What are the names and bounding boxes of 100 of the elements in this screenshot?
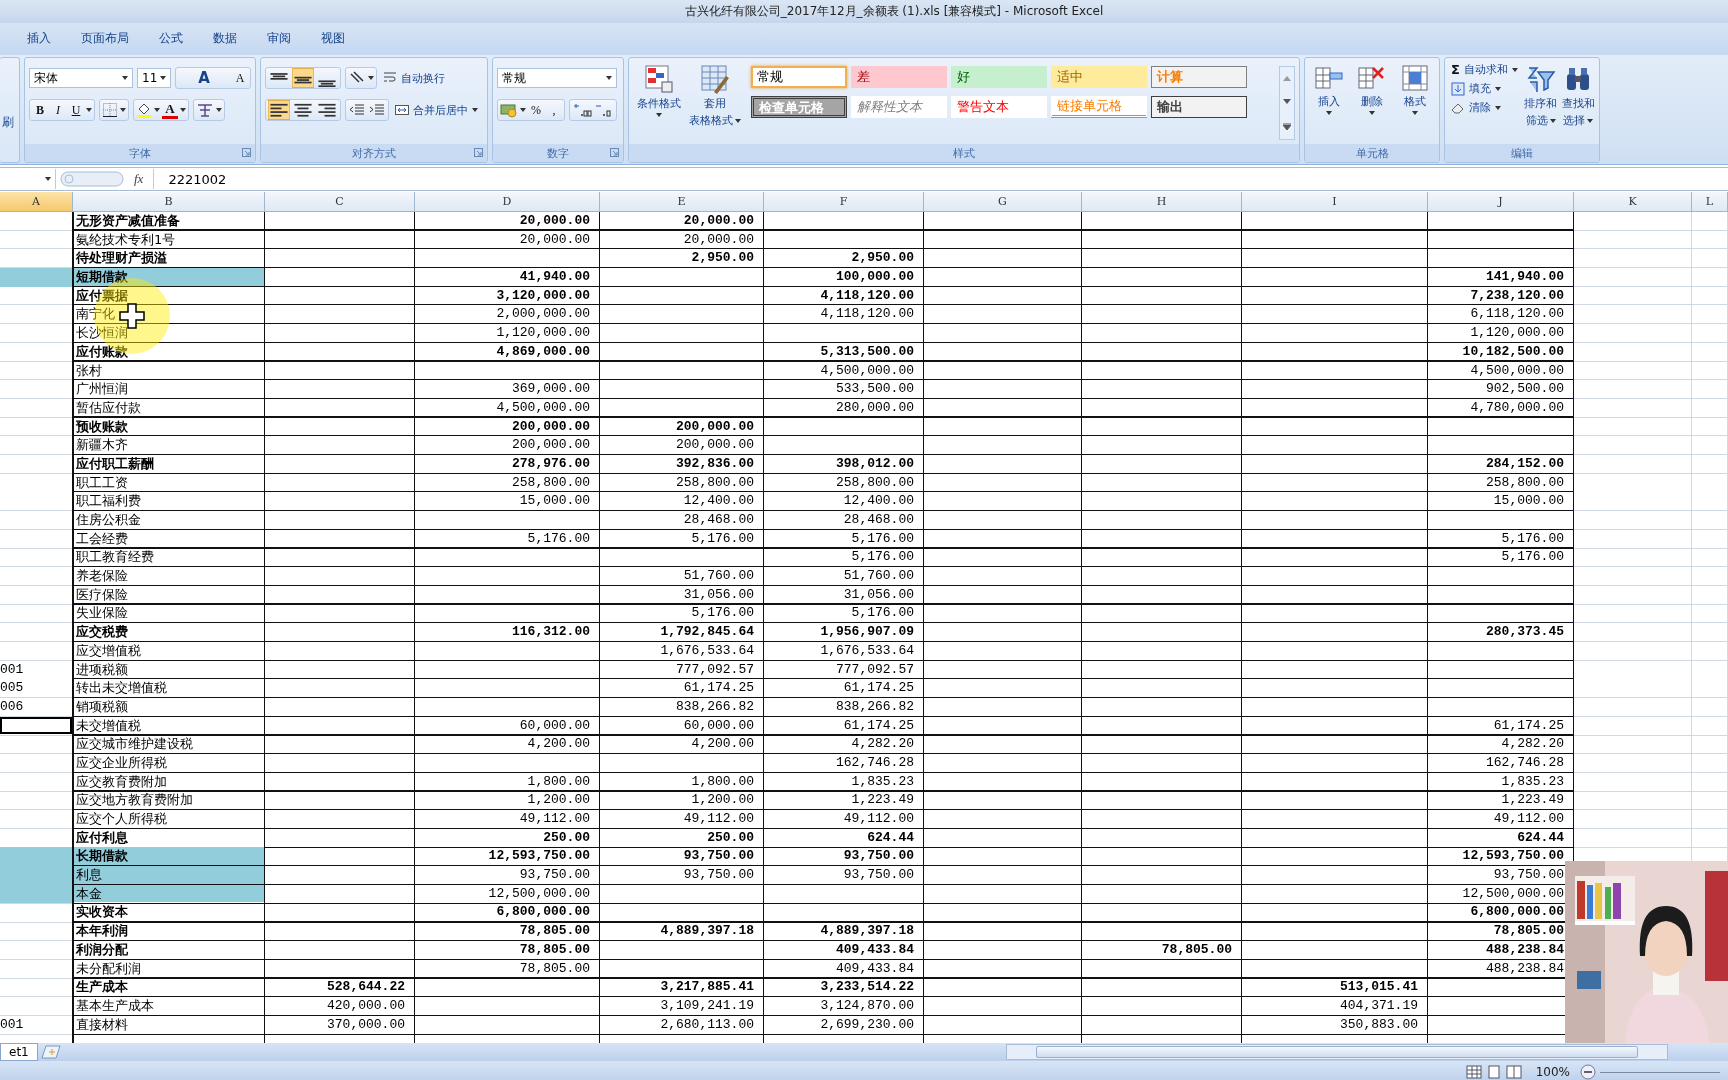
column-header[interactable]: D [415,192,600,212]
font-size-field[interactable]: 11 [137,68,171,88]
align-icon[interactable] [268,100,290,120]
gallery-scrollbar[interactable] [1279,66,1295,140]
table-cell-text: 78,805.00 [518,940,591,959]
cell-style-option[interactable]: 解释性文本 [851,96,947,118]
conditional-format-button[interactable]: 条件格式 [633,62,685,119]
number-style-button[interactable]: % [528,102,544,118]
table-cell-text: 404,371.19 [1339,996,1419,1015]
column-header[interactable]: E [600,192,764,212]
ribbon-tab[interactable]: 数据 [198,30,252,55]
cell-style-option[interactable]: 好 [951,66,1047,88]
dialog-launcher-icon[interactable] [242,148,251,157]
table-cell-text: 应付利息 [75,828,128,847]
column-header[interactable]: F [764,192,924,212]
column-header[interactable]: J [1428,192,1574,212]
find-select-button[interactable]: 查找和 选择 [1561,62,1595,130]
table-cell-text: 4,282.20 [1500,735,1565,753]
phonetic-icon[interactable] [196,102,214,118]
ribbon-tab[interactable]: 公式 [144,30,198,55]
autosum-button[interactable]: Σ 自动求和 [1449,62,1520,77]
borders-icon[interactable] [102,102,118,118]
table-cell-text: 61,174.25 [842,716,915,735]
insert-sheet-icon[interactable] [39,1045,62,1059]
format-button[interactable]: 格式 [1395,62,1435,117]
ribbon-tab[interactable]: 页面布局 [66,30,144,55]
increase-decimal-icon[interactable] [572,102,592,118]
caret-icon [1369,111,1375,115]
ribbon-tab[interactable]: 审阅 [252,30,306,55]
format-as-table-button[interactable]: 套用 表格格式 [689,62,741,130]
column-header[interactable]: C [265,192,415,212]
page-layout-view-icon[interactable] [1485,1065,1502,1079]
cell-style-option[interactable]: 输出 [1151,96,1247,118]
table-cell-text: 392,836.00 [675,454,755,473]
zoom-out-icon[interactable] [1580,1064,1596,1080]
fill-color-icon[interactable] [136,102,152,118]
table-cell: 长期借款 [74,847,264,865]
column-header[interactable]: H [1082,192,1242,212]
table-cell-text: 4,118,120.00 [819,286,915,305]
caret-icon [154,108,160,112]
table-cell-text: 350,883.00 [1339,1015,1419,1034]
table-cell-text: 待处理财产损溢 [75,249,167,267]
ribbon-tab[interactable]: 视图 [306,30,360,55]
decrease-decimal-icon[interactable] [594,102,614,118]
page-break-view-icon[interactable] [1505,1065,1522,1079]
table-cell-text: 1,835.23 [850,772,915,791]
merge-cells-icon [395,103,409,117]
column-header[interactable]: I [1242,192,1428,212]
shrink-font-button[interactable]: A [232,70,248,86]
font-name-field[interactable]: 宋体 [29,68,134,88]
caret-icon [1412,111,1419,115]
align-icon[interactable] [292,68,314,88]
insert-function-button[interactable]: fx [128,171,150,187]
table-cell-text: 工会经费 [75,529,128,548]
dialog-launcher-icon[interactable] [610,148,619,157]
table-cell-text: 4,889,397.18 [819,922,915,940]
table-cell-text: 暂估应付款 [75,398,141,417]
table-cell-text: 1,120,000.00 [1469,324,1565,342]
table-cell-text: 200,000.00 [675,436,755,454]
table-cell-text: 5,176.00 [1500,548,1565,566]
column-header[interactable]: G [924,192,1082,212]
currency-icon[interactable] [500,102,518,118]
column-header[interactable]: K [1574,192,1692,212]
horizontal-scrollbar[interactable] [1006,1044,1668,1060]
clear-button[interactable]: 清除 [1449,100,1520,115]
scroll-down-icon[interactable] [1283,99,1291,105]
cell-style-option[interactable]: 常规 [751,66,847,88]
formula-input[interactable]: 2221002 [153,169,1728,189]
wrap-text-button[interactable]: 自动换行 [381,70,447,86]
grow-font-button[interactable]: A [178,67,230,89]
increase-indent-icon[interactable] [368,102,386,118]
sheet-tab[interactable]: et1 [0,1043,38,1061]
more-icon[interactable] [1283,122,1291,130]
formula-bar-handle-icon[interactable] [60,171,124,187]
fill-button[interactable]: 填充 [1449,81,1520,96]
cell-style-option[interactable]: 适中 [1051,66,1147,88]
dialog-launcher-icon[interactable] [474,148,483,157]
format-painter-label[interactable]: 刷 [2,114,14,130]
zoom-level[interactable]: 100% [1535,1065,1570,1079]
cell-style-option[interactable]: 差 [851,66,947,88]
conditional-format-icon [644,64,674,94]
merge-center-button[interactable]: 合并后居中 [393,102,480,118]
underline-button[interactable]: U [68,102,84,118]
column-header[interactable]: A [0,192,73,212]
insert-button[interactable]: 插入 [1309,62,1349,117]
number-style-button[interactable]: , [546,102,562,118]
sort-filter-button[interactable]: 排序和 筛选 [1523,62,1558,130]
column-header[interactable]: L [1692,192,1728,212]
selected-cell[interactable] [0,716,72,735]
delete-button[interactable]: 删除 [1352,62,1392,117]
italic-button[interactable]: I [50,102,66,118]
column-header[interactable]: B [73,192,265,212]
table-cell-text: 61,174.25 [842,679,915,697]
bold-button[interactable]: B [32,102,48,118]
normal-view-icon[interactable] [1465,1065,1482,1079]
table-cell-text: 838,266.82 [835,697,915,716]
number-format-field[interactable]: 常规 [497,68,617,88]
decrease-indent-icon[interactable] [348,102,366,118]
cell-style-option[interactable]: 警告文本 [951,96,1047,118]
ribbon-tab[interactable]: 插入 [12,30,66,55]
